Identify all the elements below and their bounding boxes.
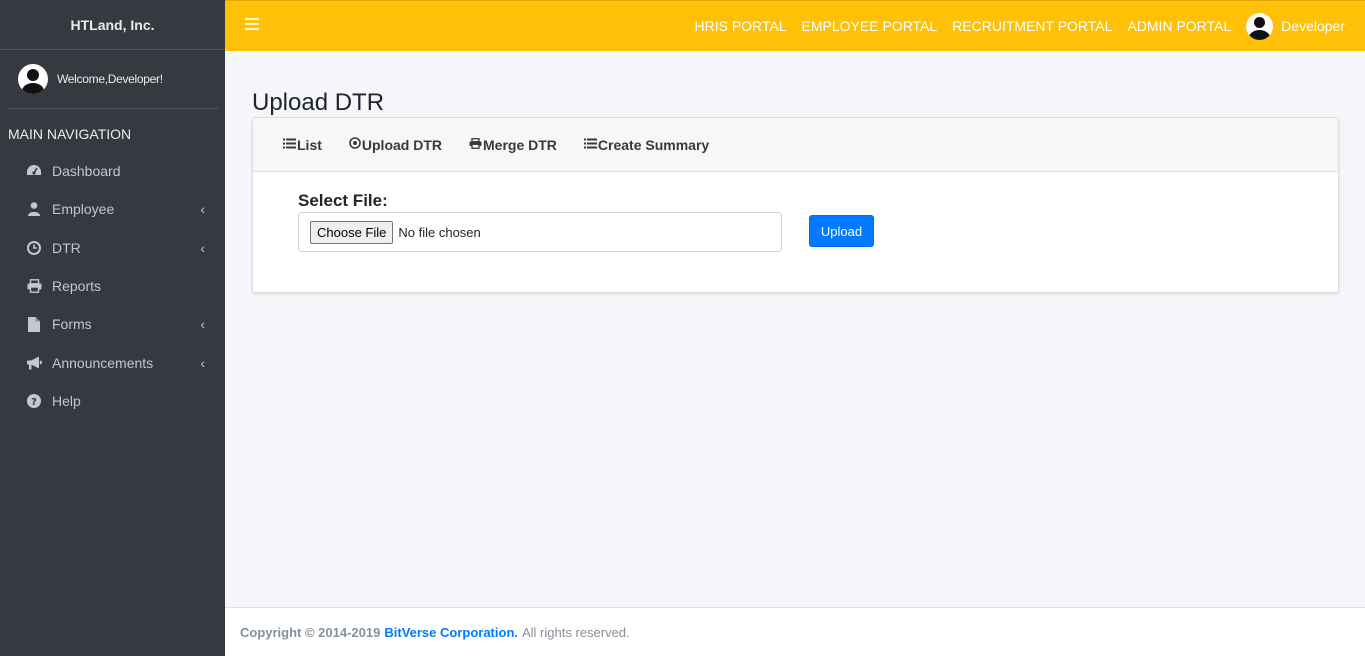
sidebar-item-label: Employee	[52, 201, 115, 218]
sidebar-item-dashboard[interactable]: Dashboard	[0, 152, 225, 190]
chevron-left-icon: ‹	[200, 354, 205, 371]
printer-icon	[26, 278, 42, 294]
company-link[interactable]: BitVerse Corporation.	[384, 625, 518, 640]
avatar	[18, 64, 48, 94]
select-file-label: Select File:	[298, 191, 388, 210]
tab-merge-dtr[interactable]: Merge DTR	[469, 137, 557, 153]
nav-header: MAIN NAVIGATION	[8, 126, 132, 142]
footer: Copyright © 2014-2019 BitVerse Corporati…	[225, 607, 1365, 656]
file-input[interactable]: Choose File No file chosen	[298, 212, 782, 252]
page-title: Upload DTR	[252, 89, 385, 116]
tab-label: Upload DTR	[361, 136, 442, 153]
recruitment-portal-link[interactable]: RECRUITMENT PORTAL	[952, 18, 1112, 34]
sidebar-item-label: Help	[52, 392, 81, 409]
copyright-text: Copyright © 2014-2019	[240, 624, 381, 640]
upload-form: Select File: Choose File No file chosen …	[253, 172, 1338, 292]
megaphone-icon	[26, 355, 42, 371]
printer-icon	[469, 137, 482, 152]
tab-create-summary[interactable]: Create Summary	[583, 136, 710, 153]
chevron-left-icon: ‹	[200, 201, 205, 218]
chevron-left-icon: ‹	[200, 239, 205, 256]
user-panel: Welcome,Developer!	[7, 50, 218, 109]
hris-portal-link[interactable]: HRIS PORTAL	[694, 18, 786, 34]
sidebar-item-label: DTR	[52, 239, 81, 256]
sidebar-item-help[interactable]: ? Help	[0, 382, 225, 420]
upload-card: List Upload DTR Merge DTR Create Summary	[252, 117, 1339, 293]
portal-nav: HRIS PORTAL EMPLOYEE PORTAL RECRUITMENT …	[679, 1, 1345, 51]
tab-list[interactable]: List	[283, 137, 322, 153]
sidebar-item-reports[interactable]: Reports	[0, 267, 225, 305]
sidebar-item-label: Announcements	[52, 354, 154, 371]
dashboard-icon	[26, 163, 42, 179]
sidebar-item-forms[interactable]: Forms ‹	[0, 305, 225, 343]
user-name: Developer	[1281, 18, 1345, 34]
user-icon	[26, 201, 42, 217]
tab-label: List	[297, 136, 322, 153]
sidebar: HTLand, Inc. Welcome,Developer! MAIN NAV…	[0, 0, 225, 656]
rights-text: All rights reserved.	[522, 624, 630, 640]
sidebar-item-label: Dashboard	[52, 163, 121, 180]
top-navbar: HRIS PORTAL EMPLOYEE PORTAL RECRUITMENT …	[225, 0, 1365, 51]
list-icon	[583, 138, 597, 152]
sidebar-item-dtr[interactable]: DTR ‹	[0, 229, 225, 267]
menu-toggle-icon[interactable]	[245, 18, 259, 30]
list-icon	[283, 138, 296, 152]
card-tabs: List Upload DTR Merge DTR Create Summary	[253, 118, 1338, 172]
clock-icon	[26, 240, 42, 256]
chevron-left-icon: ‹	[200, 316, 205, 333]
file-status-text: No file chosen	[398, 224, 481, 240]
tab-label: Create Summary	[597, 136, 710, 153]
sidebar-item-label: Forms	[52, 316, 92, 333]
upload-button[interactable]: Upload	[809, 215, 874, 247]
file-icon	[26, 316, 42, 332]
svg-text:?: ?	[31, 397, 37, 408]
choose-file-button[interactable]: Choose File	[310, 220, 394, 244]
help-icon: ?	[26, 393, 42, 409]
user-menu[interactable]: Developer	[1246, 12, 1345, 40]
brand-link[interactable]: HTLand, Inc.	[0, 0, 225, 50]
tab-label: Merge DTR	[483, 136, 557, 153]
tab-upload-dtr[interactable]: Upload DTR	[349, 137, 442, 153]
employee-portal-link[interactable]: EMPLOYEE PORTAL	[802, 18, 938, 34]
sidebar-item-employee[interactable]: Employee ‹	[0, 190, 225, 228]
main-content: Upload DTR List Upload DTR Merge DTR Cre…	[225, 51, 1365, 607]
admin-portal-link[interactable]: ADMIN PORTAL	[1127, 18, 1231, 34]
upload-circle-icon	[349, 137, 361, 152]
avatar	[1246, 12, 1274, 40]
sidebar-item-announcements[interactable]: Announcements ‹	[0, 343, 225, 381]
sidebar-item-label: Reports	[52, 278, 102, 295]
welcome-text: Welcome,Developer!	[57, 72, 163, 86]
